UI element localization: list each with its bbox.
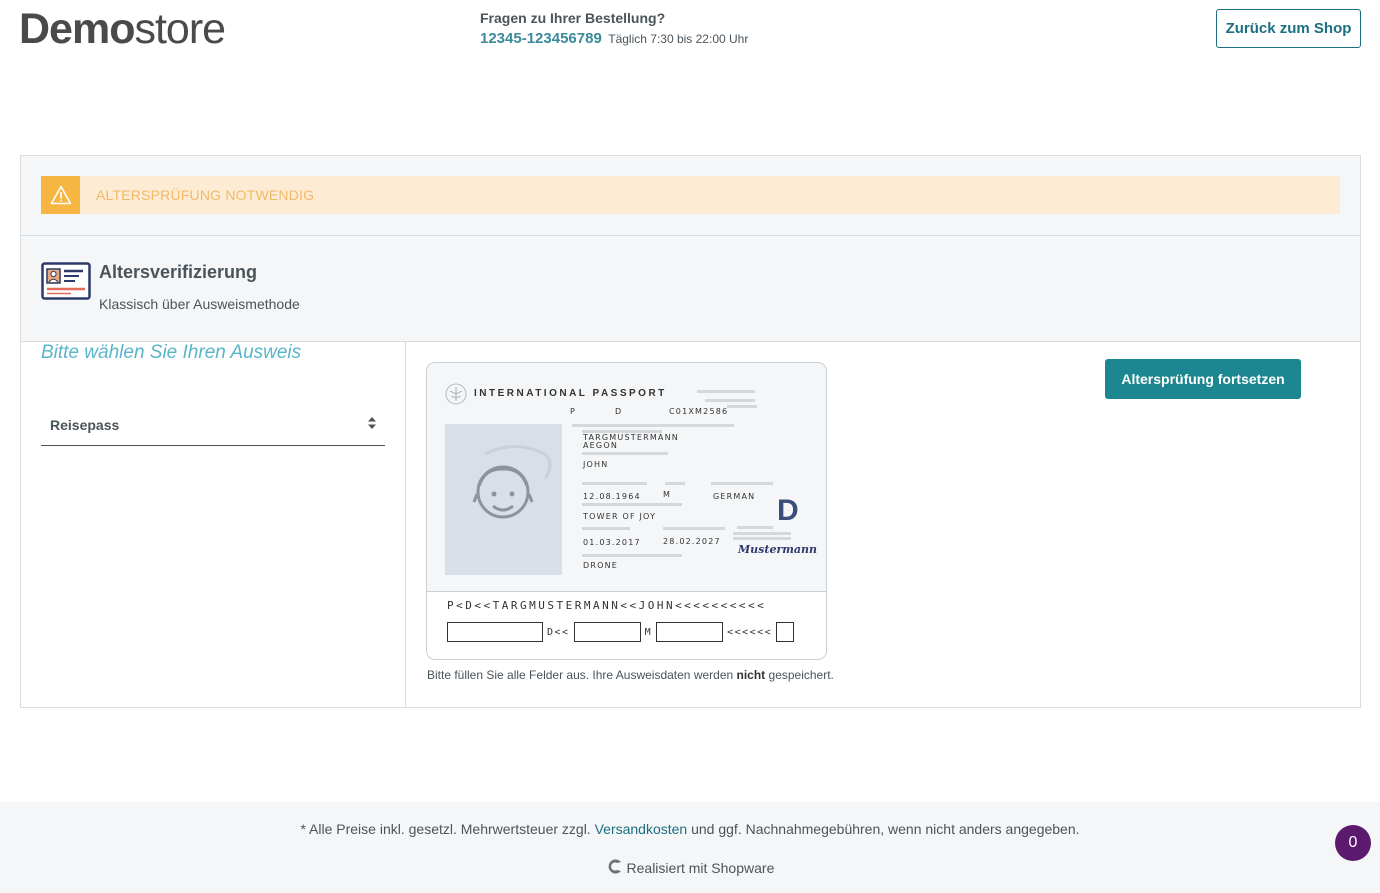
vat-notice: * Alle Preise inkl. gesetzl. Mehrwertste…	[0, 821, 1380, 837]
vat-text-after: und ggf. Nachnahmegebühren, wenn nicht a…	[687, 821, 1080, 837]
store-logo[interactable]: Demostore	[19, 5, 226, 53]
line-9	[711, 482, 773, 485]
note-text-before: Bitte füllen Sie alle Felder aus. Ihre A…	[427, 668, 737, 682]
line-1	[697, 390, 755, 393]
passport-birth-date: 12.08.1964	[583, 492, 641, 501]
line-7	[582, 482, 647, 485]
alert-text: ALTERSPRÜFUNG NOTWENDIG	[96, 187, 315, 203]
powered-by[interactable]: Realisiert mit Shopware	[0, 858, 1380, 878]
passport-type: P	[570, 407, 577, 416]
document-type-column: Bitte wählen Sie Ihren Ausweis Reisepass	[21, 342, 406, 707]
line-11	[582, 527, 630, 530]
vat-text-before: * Alle Preise inkl. gesetzl. Mehrwertste…	[300, 821, 595, 837]
powered-by-text: Realisiert mit Shopware	[626, 860, 775, 876]
passport-data-page: INTERNATIONAL PASSPORT P D C01XM2586 TAR…	[427, 363, 826, 592]
alert-warning: ALTERSPRÜFUNG NOTWENDIG	[41, 176, 1340, 214]
mrz-separator-3: <<<<<<	[727, 626, 773, 638]
privacy-note: Bitte füllen Sie alle Felder aus. Ihre A…	[427, 668, 834, 682]
passport-title: INTERNATIONAL PASSPORT	[474, 388, 667, 399]
line-8	[665, 482, 685, 485]
passport-authority: DRONE	[583, 561, 619, 570]
passport-country-code: D	[615, 407, 623, 416]
verification-header: Altersverifizierung Klassisch über Auswe…	[21, 236, 1360, 342]
alert-container: ALTERSPRÜFUNG NOTWENDIG	[21, 156, 1360, 236]
passport-surname-2: AEGON	[583, 441, 619, 450]
line-15	[733, 537, 791, 540]
passport-mrz-line: P<D<<TARGMUSTERMANN<<JOHN<<<<<<<<<<	[447, 599, 767, 612]
passport-input-column: INTERNATIONAL PASSPORT P D C01XM2586 TAR…	[407, 342, 1360, 707]
line-16	[582, 554, 682, 557]
passport-big-letter: D	[777, 494, 799, 527]
hotline-question: Fragen zu Ihrer Bestellung?	[480, 10, 666, 26]
passport-number: C01XM2586	[669, 407, 729, 416]
passport-issue-date: 01.03.2017	[583, 538, 641, 547]
line-3	[727, 405, 757, 408]
line-2	[705, 399, 755, 402]
verification-subtitle: Klassisch über Ausweismethode	[99, 296, 300, 312]
mrz-expiry-date-input[interactable]	[656, 622, 724, 642]
continue-verification-button[interactable]: Altersprüfung fortsetzen	[1105, 359, 1301, 399]
passport-photo	[445, 424, 562, 575]
shipping-costs-link[interactable]: Versandkosten	[595, 821, 688, 837]
document-type-select[interactable]: Reisepass	[41, 404, 385, 446]
warning-icon	[41, 176, 80, 214]
document-select-label: Bitte wählen Sie Ihren Ausweis	[41, 342, 302, 363]
back-to-shop-button[interactable]: Zurück zum Shop	[1216, 9, 1361, 48]
line-12	[663, 527, 725, 530]
passport-given-name: JOHN	[583, 460, 609, 469]
document-type-selected: Reisepass	[50, 416, 120, 433]
cart-count-badge[interactable]: 0	[1335, 825, 1371, 861]
verification-title: Altersverifizierung	[99, 262, 258, 282]
passport-birth-place: TOWER OF JOY	[583, 512, 657, 521]
hotline-number[interactable]: 12345-123456789	[480, 30, 602, 47]
footer: * Alle Preise inkl. gesetzl. Mehrwertste…	[0, 802, 1380, 893]
id-card-icon	[41, 262, 91, 305]
shopware-icon	[606, 859, 627, 878]
note-text-bold: nicht	[736, 668, 766, 682]
mrz-check-digit-input[interactable]	[776, 622, 795, 642]
eagle-icon	[445, 383, 467, 410]
passport-nationality: GERMAN	[713, 492, 756, 501]
age-verification-panel: ALTERSPRÜFUNG NOTWENDIG Altersverifizier…	[20, 155, 1361, 708]
mrz-separator-2: M	[644, 626, 653, 638]
logo-light-text: store	[134, 5, 226, 53]
note-text-after: gespeichert.	[765, 668, 834, 682]
passport-expiry-date: 28.02.2027	[663, 537, 721, 546]
mrz-passport-number-input[interactable]	[447, 622, 543, 642]
passport-sex: M	[663, 490, 672, 499]
line-4	[572, 424, 734, 427]
mrz-separator-1: D<<	[547, 626, 570, 638]
hotline-info: Fragen zu Ihrer Bestellung? 12345-123456…	[480, 10, 748, 48]
hotline-hours: Täglich 7:30 bis 22:00 Uhr	[608, 32, 749, 46]
passport-card: INTERNATIONAL PASSPORT P D C01XM2586 TAR…	[426, 362, 827, 660]
logo-bold-text: Demo	[19, 5, 135, 53]
mrz-birth-date-input[interactable]	[573, 622, 641, 642]
passport-signature: Mustermann	[738, 543, 818, 556]
line-6	[582, 452, 668, 455]
line-10	[582, 503, 682, 506]
line-14	[733, 532, 791, 535]
mrz-input-row: D<< M <<<<<<	[447, 622, 795, 642]
sort-arrows-icon	[368, 416, 376, 434]
line-13	[737, 526, 773, 529]
